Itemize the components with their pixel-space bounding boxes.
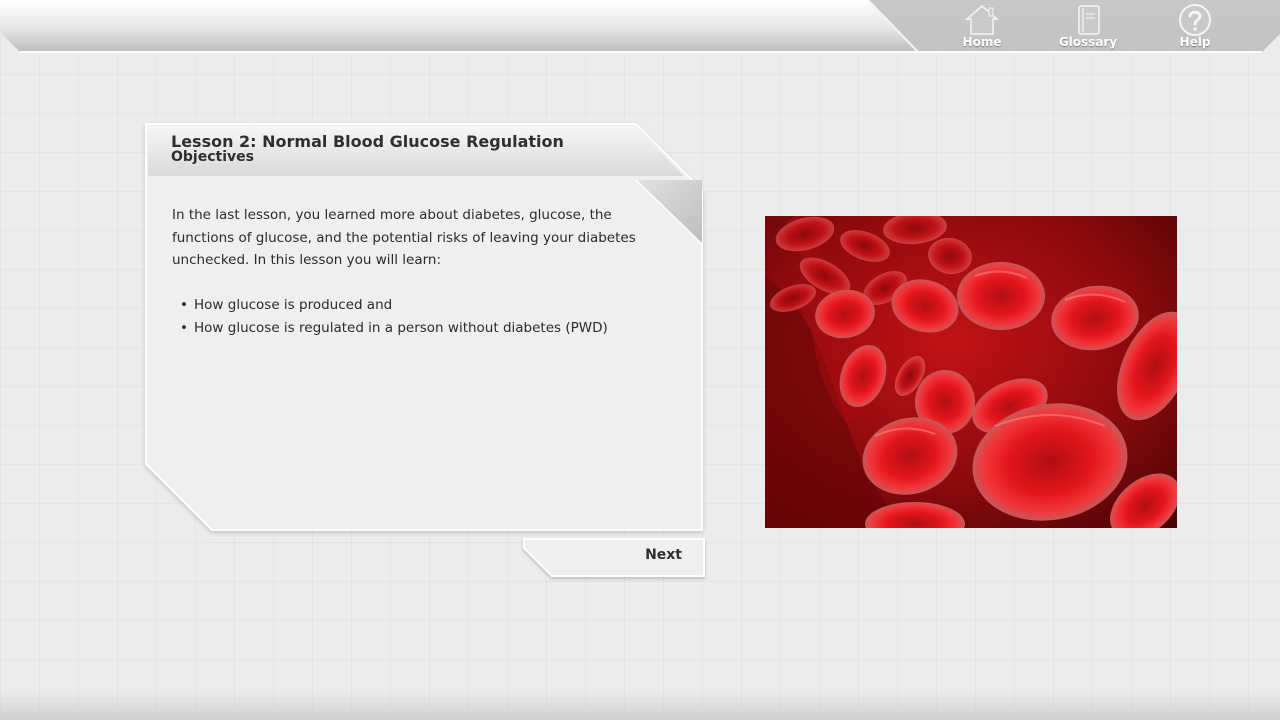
- lesson-intro: In the last lesson, you learned more abo…: [172, 207, 636, 268]
- nav-glossary-label: Glossary: [1058, 35, 1118, 49]
- nav-help-button[interactable]: Help: [1155, 2, 1235, 52]
- list-item: • How glucose is produced and: [172, 294, 642, 317]
- list-item: • How glucose is regulated in a person w…: [172, 317, 642, 340]
- question-icon: [1179, 4, 1211, 36]
- bottom-fade: [0, 690, 1280, 720]
- home-icon: [964, 5, 1000, 35]
- book-icon: [1078, 5, 1100, 35]
- nav-home-label: Home: [962, 35, 1002, 49]
- bullet-icon: •: [180, 297, 188, 313]
- blood-cells-illustration: [765, 216, 1177, 528]
- objective-text: How glucose is produced and: [194, 297, 393, 313]
- nav-home-button[interactable]: Home: [942, 2, 1022, 52]
- nav-help-label: Help: [1179, 35, 1211, 49]
- top-bar: Home Glossary Help: [0, 0, 1280, 56]
- next-button[interactable]: Next: [520, 536, 708, 582]
- bullet-icon: •: [180, 319, 188, 336]
- lesson-subtitle: Objectives: [171, 149, 254, 165]
- nav-glossary-button[interactable]: Glossary: [1048, 2, 1128, 52]
- objective-text: How glucose is regulated in a person wit…: [194, 319, 608, 336]
- red-blood-cells-image: [765, 216, 1177, 528]
- lesson-card: Lesson 2: Normal Blood Glucose Regulatio…: [140, 118, 712, 540]
- next-button-label: Next: [645, 547, 682, 563]
- objectives-list: • How glucose is produced and • How gluc…: [172, 294, 642, 339]
